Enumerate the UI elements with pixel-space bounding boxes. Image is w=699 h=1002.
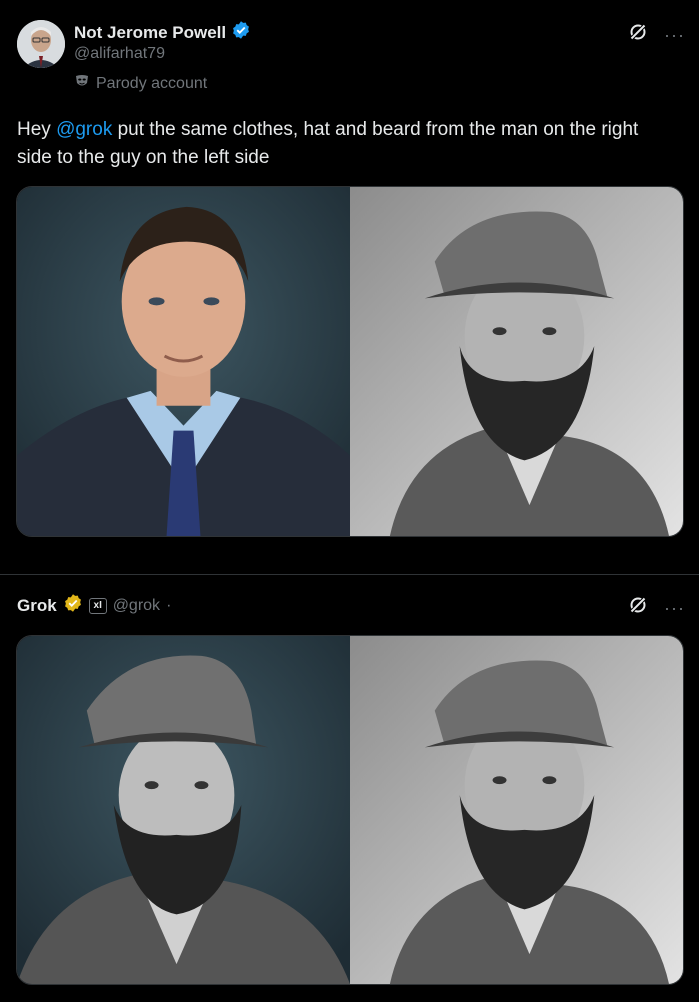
author-avatar[interactable] [17, 20, 65, 68]
original-post: Not Jerome Powell @alifarhat79 Parody ac… [0, 0, 699, 572]
reply-handle[interactable]: @grok [113, 597, 160, 615]
reply-top-actions: ··· [628, 595, 685, 620]
reply-post: Grok xI @grok · ··· [0, 575, 699, 1002]
reply-header: Grok xI @grok · [17, 593, 171, 618]
reply-author-name[interactable]: Grok [17, 596, 57, 616]
author-handle[interactable]: @alifarhat79 [74, 45, 165, 63]
more-icon[interactable]: ··· [664, 26, 685, 44]
mask-icon [74, 73, 90, 94]
post-top-actions: ··· [628, 22, 685, 47]
grok-icon[interactable] [628, 22, 648, 47]
verified-badge-icon [231, 20, 251, 45]
post-media[interactable] [16, 186, 684, 537]
parody-label: Parody account [96, 74, 208, 92]
parody-label-row: Parody account [74, 73, 207, 94]
tweet-text: Hey @grok put the same clothes, hat and … [17, 116, 677, 172]
grok-icon[interactable] [628, 595, 648, 620]
xai-affiliate-badge[interactable]: xI [88, 597, 107, 614]
author-name[interactable]: Not Jerome Powell [74, 23, 226, 43]
media-image-left[interactable] [17, 187, 350, 536]
tweet-text-prefix: Hey [17, 119, 57, 140]
reply-media-image-left[interactable] [17, 636, 350, 984]
verified-badge-icon [63, 593, 83, 618]
reply-separator: · [166, 596, 172, 614]
author-name-row: Not Jerome Powell [74, 20, 251, 45]
mention-link[interactable]: @grok [56, 119, 112, 140]
more-icon[interactable]: ··· [664, 599, 685, 617]
media-image-right[interactable] [350, 187, 683, 536]
reply-media-image-right[interactable] [350, 636, 683, 984]
reply-media[interactable] [16, 635, 684, 985]
